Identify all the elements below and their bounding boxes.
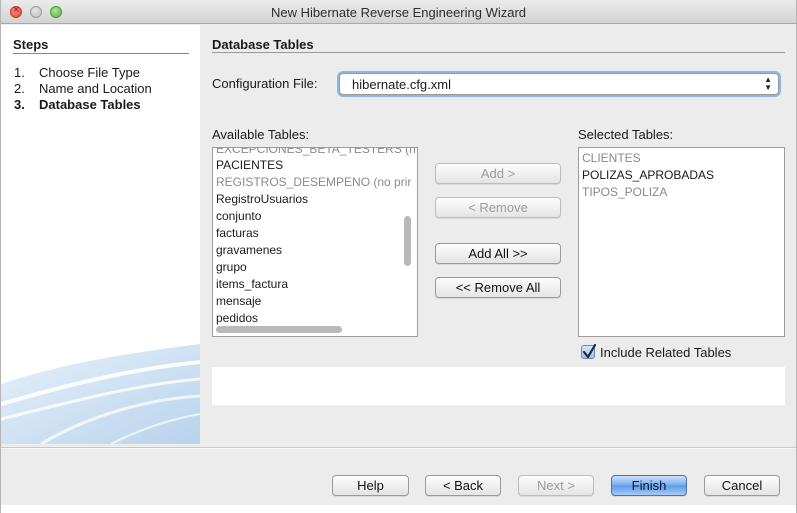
list-item[interactable]: pedidos [216, 311, 258, 325]
step-database-tables: 3. Database Tables [14, 97, 141, 112]
heading-divider [212, 52, 785, 53]
step-label: Choose File Type [39, 65, 140, 80]
selected-tables-list[interactable]: CLIENTES POLIZAS_APROBADAS TIPOS_POLIZA [578, 147, 785, 337]
steps-divider [13, 53, 189, 54]
step-number: 1. [14, 65, 25, 80]
remove-all-button[interactable]: << Remove All [435, 277, 561, 298]
help-button[interactable]: Help [332, 475, 409, 496]
list-item[interactable]: grupo [216, 260, 247, 274]
vertical-scroll-thumb[interactable] [404, 216, 411, 266]
list-item[interactable]: mensaje [216, 294, 261, 308]
step-choose-file-type: 1. Choose File Type [14, 65, 140, 80]
configuration-file-select[interactable]: hibernate.cfg.xml ▲ ▼ [339, 73, 779, 95]
list-item[interactable]: items_factura [216, 277, 288, 291]
configuration-file-label: Configuration File: [212, 76, 318, 91]
footer-divider-highlight [1, 448, 796, 449]
include-related-tables-label[interactable]: Include Related Tables [600, 345, 731, 360]
next-button[interactable]: Next > [518, 475, 594, 496]
wizard-window: New Hibernate Reverse Engineering Wizard… [0, 0, 797, 513]
window-title: New Hibernate Reverse Engineering Wizard [270, 5, 527, 20]
add-all-button[interactable]: Add All >> [435, 243, 561, 264]
include-related-tables-checkbox[interactable] [581, 344, 596, 359]
checkmark-icon [582, 344, 596, 359]
step-label: Database Tables [39, 97, 141, 112]
background-window-strip [1, 505, 796, 513]
back-button[interactable]: < Back [425, 475, 501, 496]
available-tables-vertical-scrollbar[interactable] [402, 148, 414, 336]
list-item[interactable]: RegistroUsuarios [216, 192, 308, 206]
steps-panel: Steps 1. Choose File Type 2. Name and Loca… [1, 25, 200, 444]
list-item[interactable]: EXCEPCIONES_BETA_TESTERS (n [216, 148, 416, 156]
available-tables-label: Available Tables: [212, 127, 310, 142]
horizontal-scroll-thumb[interactable] [216, 326, 342, 333]
decorative-swoosh-graphic [1, 344, 200, 444]
list-item[interactable]: facturas [216, 226, 259, 240]
steps-title: Steps [13, 37, 49, 52]
list-item[interactable]: gravamenes [216, 243, 282, 257]
list-item[interactable]: TIPOS_POLIZA [582, 185, 667, 199]
title-bar: New Hibernate Reverse Engineering Wizard [1, 0, 796, 24]
selected-tables-label: Selected Tables: [578, 127, 674, 142]
page-heading: Database Tables [212, 37, 314, 52]
configuration-file-value: hibernate.cfg.xml [352, 77, 451, 92]
cancel-button[interactable]: Cancel [704, 475, 780, 496]
select-arrows-icon: ▲ ▼ [764, 75, 772, 92]
description-area [212, 367, 785, 405]
add-button[interactable]: Add > [435, 163, 561, 184]
step-label: Name and Location [39, 81, 152, 96]
list-item[interactable]: PACIENTES [216, 158, 283, 172]
list-item[interactable]: REGISTROS_DESEMPENO (no prir [216, 175, 411, 189]
remove-button[interactable]: < Remove [435, 197, 561, 218]
list-item[interactable]: conjunto [216, 209, 261, 223]
step-name-and-location: 2. Name and Location [14, 81, 152, 96]
available-tables-list[interactable]: EXCEPCIONES_BETA_TESTERS (n PACIENTES RE… [212, 147, 418, 337]
list-item[interactable]: CLIENTES [582, 151, 641, 165]
finish-button[interactable]: Finish [611, 475, 687, 496]
list-item[interactable]: POLIZAS_APROBADAS [582, 168, 714, 182]
step-number: 2. [14, 81, 25, 96]
step-number: 3. [14, 97, 25, 112]
